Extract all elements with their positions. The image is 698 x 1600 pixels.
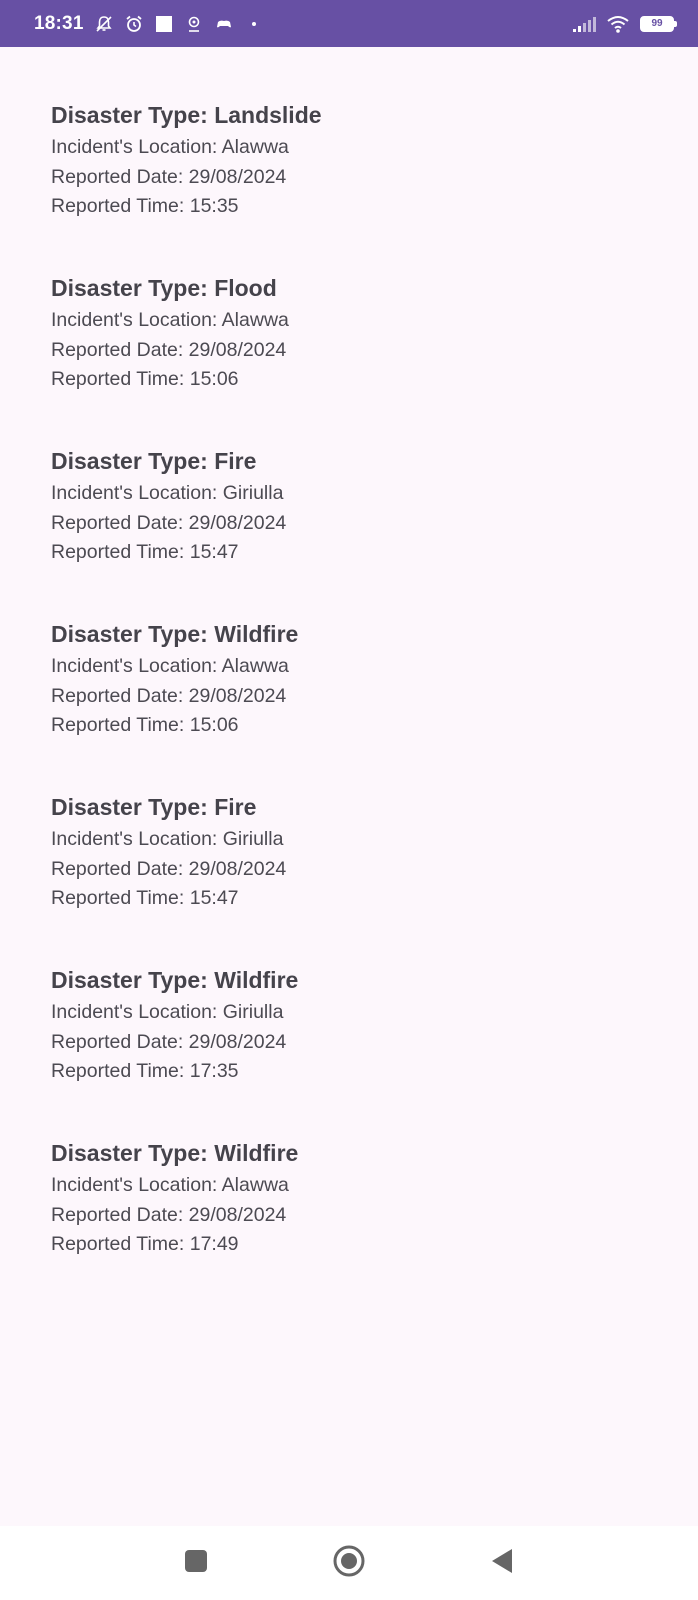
report-item[interactable]: Disaster Type: Wildfire Incident's Locat…	[51, 965, 651, 1138]
recent-apps-button[interactable]	[172, 1539, 220, 1587]
status-left: 18:31	[34, 13, 572, 35]
battery-icon: 99	[640, 15, 677, 32]
battery-level: 99	[651, 18, 663, 29]
report-location: Incident's Location: Alawwa	[51, 136, 289, 158]
home-button[interactable]	[325, 1539, 373, 1587]
report-time: Reported Time: 15:06	[51, 714, 239, 736]
report-item[interactable]: Disaster Type: Fire Incident's Location:…	[51, 446, 651, 619]
screen: 18:31 99 Disaster Type: Landslide Incide…	[0, 0, 698, 1600]
alarm-icon	[124, 14, 144, 34]
report-time: Reported Time: 15:47	[51, 887, 239, 909]
report-time: Reported Time: 15:06	[51, 368, 239, 390]
report-disaster-type: Disaster Type: Flood	[51, 275, 277, 301]
report-date: Reported Date: 29/08/2024	[51, 165, 287, 188]
status-bar: 18:31 99	[0, 0, 698, 47]
dot-icon	[244, 14, 264, 34]
report-item[interactable]: Disaster Type: Landslide Incident's Loca…	[51, 100, 651, 273]
status-time: 18:31	[34, 12, 84, 34]
back-icon	[490, 1548, 514, 1579]
report-date: Reported Date: 29/08/2024	[51, 684, 287, 707]
report-location: Incident's Location: Giriulla	[51, 828, 284, 850]
report-item[interactable]: Disaster Type: Flood Incident's Location…	[51, 273, 651, 446]
square-notification-icon	[154, 14, 174, 34]
wifi-icon	[606, 14, 630, 34]
report-date: Reported Date: 29/08/2024	[51, 857, 287, 880]
report-date: Reported Date: 29/08/2024	[51, 338, 287, 361]
back-button[interactable]	[478, 1539, 526, 1587]
report-location: Incident's Location: Giriulla	[51, 1001, 284, 1023]
report-time: Reported Time: 17:49	[51, 1233, 239, 1255]
report-disaster-type: Disaster Type: Wildfire	[51, 967, 299, 993]
muted-notifications-icon	[94, 14, 114, 34]
report-disaster-type: Disaster Type: Wildfire	[51, 621, 299, 647]
report-date: Reported Date: 29/08/2024	[51, 511, 287, 534]
report-location: Incident's Location: Alawwa	[51, 655, 289, 677]
report-date: Reported Date: 29/08/2024	[51, 1030, 287, 1053]
report-time: Reported Time: 15:47	[51, 541, 239, 563]
location-icon	[184, 14, 204, 34]
report-time: Reported Time: 15:35	[51, 195, 239, 217]
report-location: Incident's Location: Alawwa	[51, 1174, 289, 1196]
report-disaster-type: Disaster Type: Fire	[51, 448, 257, 474]
report-date: Reported Date: 29/08/2024	[51, 1203, 287, 1226]
report-disaster-type: Disaster Type: Fire	[51, 794, 257, 820]
report-location: Incident's Location: Giriulla	[51, 482, 284, 504]
report-list: Disaster Type: Landslide Incident's Loca…	[51, 100, 651, 1311]
report-location: Incident's Location: Alawwa	[51, 309, 289, 331]
game-controller-icon	[214, 14, 234, 34]
report-disaster-type: Disaster Type: Landslide	[51, 102, 322, 128]
navigation-bar	[0, 1526, 698, 1600]
home-icon	[332, 1544, 366, 1583]
signal-icon	[572, 14, 596, 34]
status-right: 99	[572, 14, 677, 34]
report-disaster-type: Disaster Type: Wildfire	[51, 1140, 299, 1166]
report-item[interactable]: Disaster Type: Wildfire Incident's Locat…	[51, 619, 651, 792]
report-item[interactable]: Disaster Type: Wildfire Incident's Locat…	[51, 1138, 651, 1311]
report-time: Reported Time: 17:35	[51, 1060, 239, 1082]
report-item[interactable]: Disaster Type: Fire Incident's Location:…	[51, 792, 651, 965]
recent-apps-icon	[184, 1549, 208, 1578]
